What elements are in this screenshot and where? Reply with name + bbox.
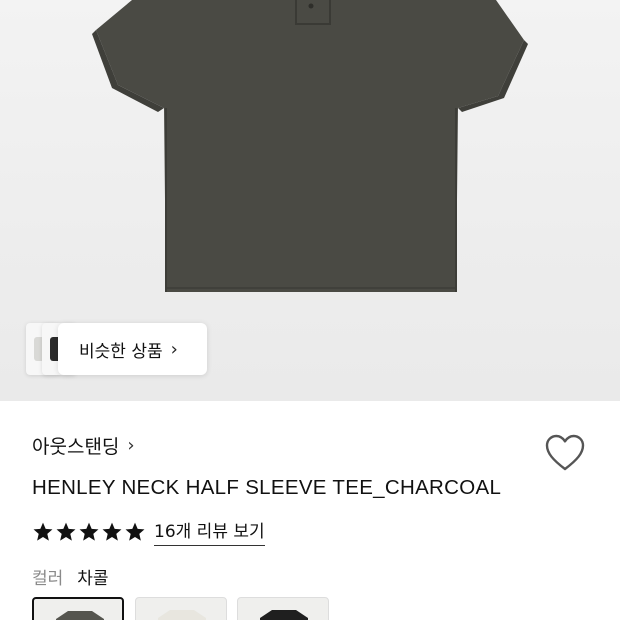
heart-icon[interactable] [545, 434, 585, 472]
rating-stars [32, 521, 146, 543]
swatch-tee-image [158, 610, 206, 620]
color-swatch-ivory[interactable] [135, 597, 227, 620]
swatch-tee-image [260, 610, 308, 620]
color-swatch-charcoal[interactable] [32, 597, 124, 620]
brand-name: 아웃스탠딩 [32, 436, 120, 458]
product-image-gallery[interactable]: 비슷한 상품 › [0, 0, 620, 401]
star-icon [102, 522, 122, 541]
color-swatch-black[interactable] [237, 597, 329, 620]
brand-link[interactable]: 아웃스탠딩 › [32, 432, 135, 459]
product-title: HENLEY NECK HALF SLEEVE TEE_CHARCOAL [32, 476, 502, 499]
chevron-right-icon: › [127, 435, 135, 456]
rating-row: 16개 리뷰 보기 [32, 517, 265, 546]
color-label: 컬러 [32, 569, 64, 589]
color-value: 차콜 [77, 569, 109, 589]
star-icon [33, 522, 53, 541]
star-icon [125, 522, 145, 541]
star-icon [56, 522, 76, 541]
swatch-tee-image [56, 611, 104, 620]
similar-products-label: 비슷한 상품 [79, 341, 163, 362]
chevron-right-icon: › [170, 338, 178, 360]
similar-products-button[interactable]: 비슷한 상품 › [58, 323, 207, 375]
color-option-row: 컬러 차콜 [32, 564, 109, 589]
reviews-link[interactable]: 16개 리뷰 보기 [154, 517, 265, 546]
star-icon [79, 522, 99, 541]
